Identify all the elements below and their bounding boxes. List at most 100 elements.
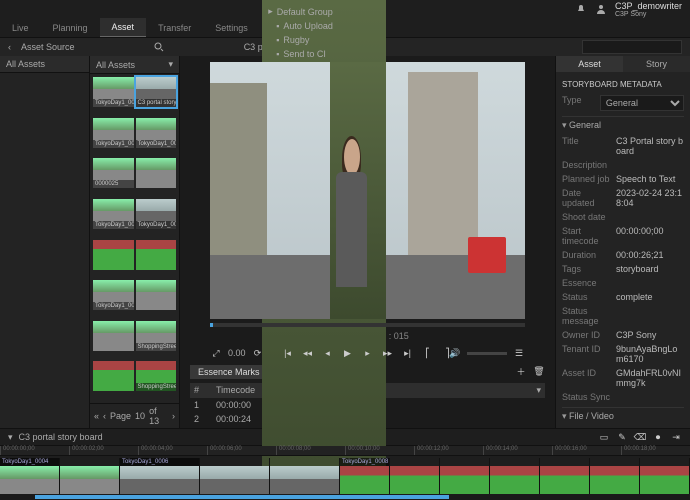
- left-header[interactable]: All Assets: [0, 56, 89, 73]
- timeline-clip[interactable]: TokyoDay1_0004: [0, 458, 60, 494]
- timeline-clip[interactable]: [390, 458, 440, 494]
- asset-thumb[interactable]: C3 portal story b: [136, 77, 177, 107]
- step-fwd-icon[interactable]: ▸▸: [382, 347, 394, 359]
- asset-thumb[interactable]: [136, 158, 177, 188]
- ruler-tick: 00:00:18;00: [621, 446, 656, 455]
- folder-icon: ▪: [276, 35, 279, 45]
- refresh-icon[interactable]: ⟳: [252, 347, 264, 359]
- timeline-clip[interactable]: [540, 458, 590, 494]
- meta-row: Essence: [562, 276, 684, 290]
- triangle-icon: ▸: [268, 6, 273, 17]
- meta-row: Owner IDC3P Sony: [562, 328, 684, 342]
- nav-tab-asset[interactable]: Asset: [100, 18, 147, 37]
- pager-next-icon[interactable]: ›: [172, 411, 175, 421]
- tl-tool2-icon[interactable]: ✎: [616, 431, 628, 443]
- mark-in-icon[interactable]: ⎡: [422, 347, 434, 359]
- meta-tabs: AssetStory: [556, 56, 690, 72]
- tree-item[interactable]: ▪Auto Upload: [264, 19, 384, 33]
- asset-thumb[interactable]: TokyoDay1_0001: [93, 77, 134, 107]
- asset-thumb[interactable]: [93, 240, 134, 270]
- ruler-tick: 00:00:12;00: [414, 446, 449, 455]
- browser-header[interactable]: All Assets ▾: [90, 56, 179, 74]
- asset-thumb[interactable]: [93, 321, 134, 351]
- timeline-ruler[interactable]: 00:00:00;0000:00:02;0000:00:04;0000:00:0…: [0, 446, 690, 456]
- asset-thumb[interactable]: [136, 280, 177, 310]
- video-canvas[interactable]: [210, 62, 525, 319]
- asset-thumb[interactable]: ShoppingStree: [136, 361, 177, 391]
- timeline-clip[interactable]: TokyoDay1_0006: [120, 458, 200, 494]
- nav-tab-live[interactable]: Live: [0, 19, 41, 37]
- add-icon[interactable]: ＋: [515, 365, 527, 377]
- prev-frame-icon[interactable]: ◂: [322, 347, 334, 359]
- nav-tab-planning[interactable]: Planning: [41, 19, 100, 37]
- ruler-tick: 00:00:14;00: [483, 446, 518, 455]
- tl-tool3-icon[interactable]: ⌫: [634, 431, 646, 443]
- bell-icon[interactable]: [575, 3, 587, 15]
- timeline-clip[interactable]: [440, 458, 490, 494]
- chevron-down-icon[interactable]: ▾: [536, 385, 541, 396]
- expand-icon[interactable]: ⤢: [210, 347, 222, 359]
- bottom-tab[interactable]: Essence Marks: [190, 365, 268, 379]
- section-file[interactable]: ▾ File / Video: [562, 407, 684, 425]
- tl-record-icon[interactable]: ⏺: [652, 431, 664, 443]
- meta-tab[interactable]: Story: [623, 56, 690, 72]
- timeline-clip[interactable]: [590, 458, 640, 494]
- pager-prev-icon[interactable]: ‹: [103, 411, 106, 421]
- volume-slider[interactable]: [467, 352, 507, 355]
- pager-first-icon[interactable]: «: [94, 411, 99, 421]
- skip-end-icon[interactable]: ▸|: [402, 347, 414, 359]
- app-root: C3P_demowriter C3P Sony LivePlanningAsse…: [0, 0, 690, 500]
- search-icon[interactable]: [153, 41, 165, 53]
- tree-item[interactable]: ▪Send to CI: [264, 47, 384, 61]
- meta-row: Status Sync: [562, 390, 684, 404]
- tl-tool1-icon[interactable]: ▭: [598, 431, 610, 443]
- nav-tab-settings[interactable]: Settings: [203, 19, 260, 37]
- chevron-left-icon[interactable]: ‹: [8, 42, 11, 52]
- timeline-clip[interactable]: [490, 458, 540, 494]
- ruler-tick: 00:00:06;00: [207, 446, 242, 455]
- user-name: C3P_demowriter: [615, 1, 682, 11]
- asset-thumb[interactable]: TokyoDay1_0004: [136, 118, 177, 148]
- timeline-clip[interactable]: TokyoDay1_0008: [340, 458, 390, 494]
- meta-row: Statuscomplete: [562, 290, 684, 304]
- nav-tab-transfer[interactable]: Transfer: [146, 19, 203, 37]
- meta-row: Shoot date: [562, 210, 684, 224]
- tree-item[interactable]: ▪Rugby: [264, 33, 384, 47]
- timeline-clip[interactable]: [270, 458, 340, 494]
- user-icon[interactable]: [595, 3, 607, 15]
- play-icon[interactable]: ▶: [342, 347, 354, 359]
- timeline-clip[interactable]: [200, 458, 270, 494]
- meta-tab[interactable]: Asset: [556, 56, 623, 72]
- type-select[interactable]: General: [600, 95, 684, 111]
- seek-slider[interactable]: [210, 323, 525, 327]
- tl-export-icon[interactable]: ⇥: [670, 431, 682, 443]
- meta-title: STORYBOARD METADATA: [562, 76, 684, 93]
- asset-thumb[interactable]: [136, 240, 177, 270]
- settings-icon[interactable]: ☰: [513, 347, 525, 359]
- tree-item[interactable]: ▸Default Group: [264, 4, 384, 19]
- asset-thumb[interactable]: TokyoDay1_0007: [93, 280, 134, 310]
- metadata-panel: AssetStory STORYBOARD METADATA Type Gene…: [555, 56, 690, 428]
- volume-icon[interactable]: 🔊: [449, 347, 461, 359]
- ruler-tick: 00:00:10;00: [345, 446, 380, 455]
- timeline-clip[interactable]: [60, 458, 120, 494]
- timeline-track[interactable]: TokyoDay1_0004 TokyoDay1_0006 TokyoDay1_00…: [0, 456, 690, 494]
- chevron-down-icon[interactable]: ▾: [168, 59, 173, 70]
- search-input[interactable]: [582, 40, 682, 54]
- user-block[interactable]: C3P_demowriter C3P Sony: [615, 1, 682, 18]
- asset-thumb[interactable]: 0000025: [93, 158, 134, 188]
- timeline-scrollbar[interactable]: [0, 494, 690, 500]
- section-general[interactable]: ▾ General: [562, 116, 684, 134]
- folder-icon: ▪: [276, 21, 279, 31]
- asset-thumb[interactable]: TokyoDay1_0006: [136, 199, 177, 229]
- next-frame-icon[interactable]: ▸: [362, 347, 374, 359]
- skip-start-icon[interactable]: |◂: [282, 347, 294, 359]
- step-back-icon[interactable]: ◂◂: [302, 347, 314, 359]
- asset-thumb[interactable]: TokyoDay1_0003: [93, 118, 134, 148]
- remove-icon[interactable]: 🗑: [533, 365, 545, 377]
- timeline-clip[interactable]: [640, 458, 690, 494]
- asset-thumb[interactable]: [93, 361, 134, 391]
- asset-thumb[interactable]: TokyoDay1_0005: [93, 199, 134, 229]
- chevron-down-icon[interactable]: ▾: [8, 432, 13, 443]
- asset-thumb[interactable]: ShoppingStree: [136, 321, 177, 351]
